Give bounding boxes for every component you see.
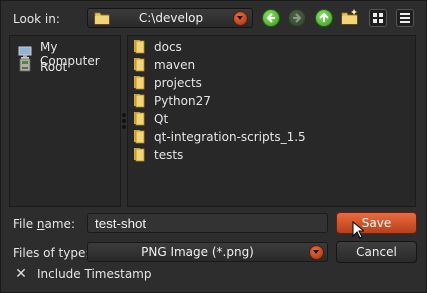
detail-view-icon [396,9,414,27]
folder-icon [132,74,146,93]
list-item[interactable]: maven [132,56,195,74]
back-button[interactable] [262,9,280,27]
forward-button[interactable] [288,9,306,27]
folder-icon [132,92,146,111]
include-timestamp-label: Include Timestamp [37,267,152,281]
file-type-value: PNG Image (*.png) [141,245,254,259]
save-button[interactable]: Save [336,212,417,234]
list-item[interactable]: Python27 [132,92,211,110]
list-item[interactable]: tests [132,146,183,164]
folder-icon [132,146,146,165]
file-name: tests [154,148,184,162]
file-list: docs maven projects Python27 Qt qt-integ… [127,35,416,207]
file-name: Python27 [154,94,211,108]
list-item[interactable]: projects [132,74,202,92]
file-type-combo[interactable]: PNG Image (*.png) [87,242,328,262]
detail-view-button[interactable] [396,9,414,27]
list-item[interactable]: docs [132,38,182,56]
file-name-input[interactable] [87,213,328,233]
list-view-button[interactable] [369,9,387,27]
folder-icon [132,38,146,57]
cancel-button[interactable]: Cancel [336,241,417,263]
back-arrow-icon [262,9,280,27]
file-name: Qt [154,112,169,126]
list-item[interactable]: Qt [132,110,168,128]
new-folder-button[interactable] [341,8,359,29]
chevron-down-icon[interactable] [233,11,248,26]
list-view-icon [369,9,387,27]
sidebar-item-label: Root [40,59,68,74]
parent-folder-button[interactable] [315,9,333,27]
drive-icon [18,58,32,75]
chevron-down-icon[interactable] [309,245,324,260]
file-name: docs [154,40,182,54]
save-file-dialog: Look in: C:\develop My Computer Root doc… [0,0,427,293]
file-name: projects [154,76,202,90]
folder-icon [132,110,146,129]
file-name: maven [154,58,196,72]
look-in-label: Look in: [13,12,60,26]
file-name: qt-integration-scripts_1.5 [154,130,306,144]
look-in-combo[interactable]: C:\develop [87,8,253,28]
folder-icon [94,10,110,29]
mouse-cursor-icon [352,220,366,242]
sidebar-item-root[interactable]: Root [18,58,67,75]
file-type-label: Files of type: [13,246,90,260]
sidebar: My Computer Root [9,35,121,207]
list-item[interactable]: qt-integration-scripts_1.5 [132,128,306,146]
new-folder-icon [341,8,359,29]
forward-arrow-icon [288,9,306,27]
folder-icon [132,128,146,147]
include-timestamp-checkbox[interactable]: ✕ [13,266,29,282]
file-name-label: File name: [13,217,75,231]
parent-folder-icon [315,9,333,27]
look-in-path: C:\develop [138,11,204,25]
folder-icon [132,56,146,75]
